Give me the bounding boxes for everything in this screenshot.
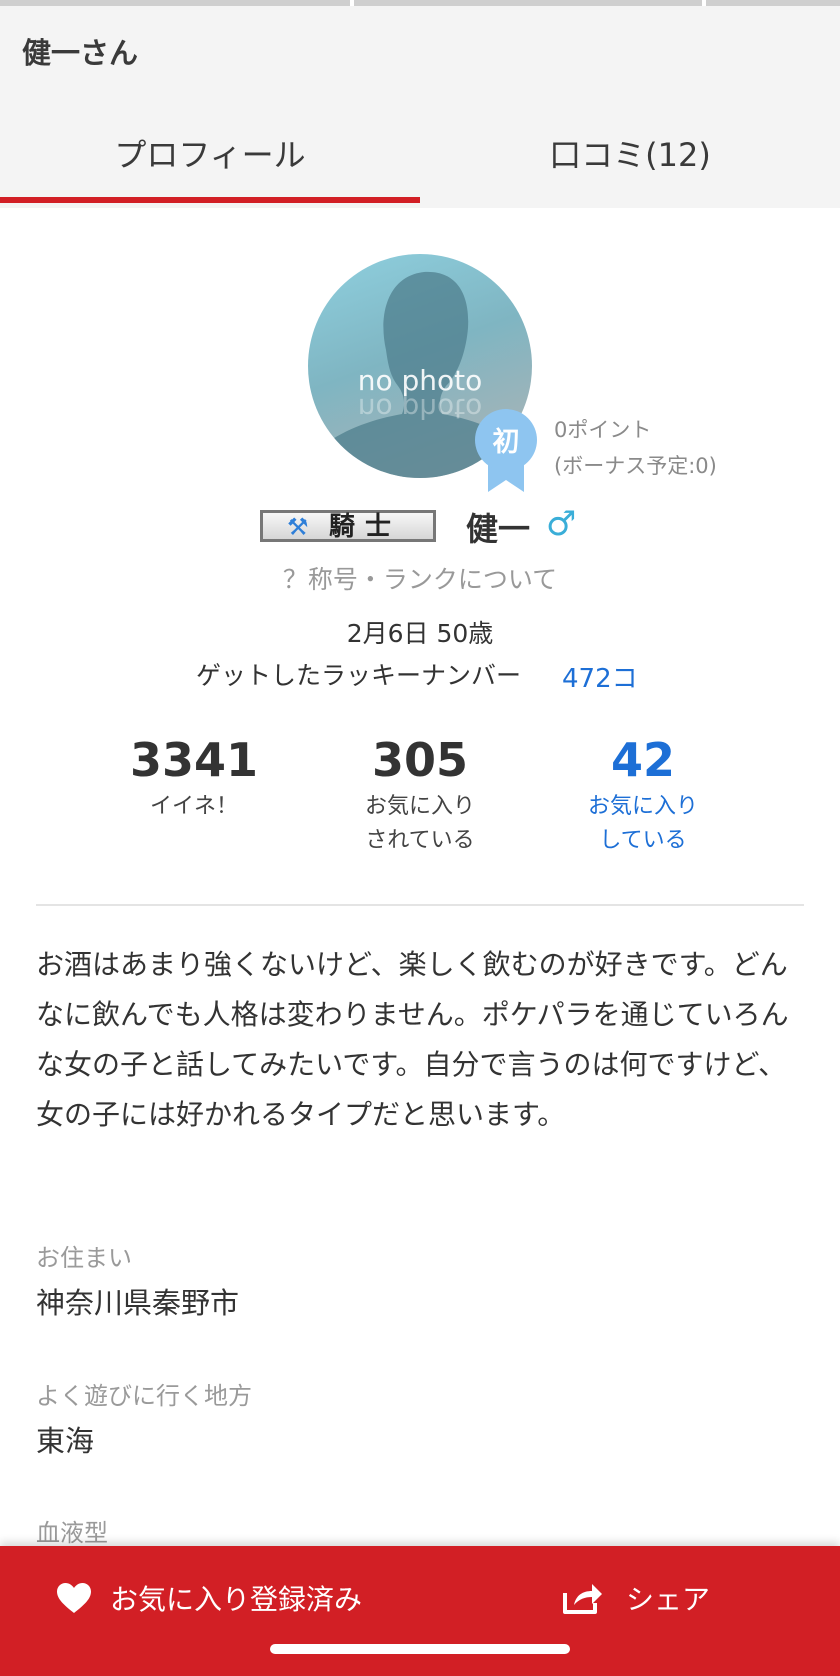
field-label-residence: お住まい — [36, 1244, 132, 1272]
lucky-number-value[interactable]: 472コ — [562, 658, 638, 695]
divider — [36, 904, 804, 906]
birthday-age: 2月6日 50歳 — [346, 619, 494, 648]
bonus-value: (ボーナス予定:0) — [554, 454, 717, 478]
rank-label: 騎士 — [329, 512, 402, 542]
header: 健一さん プロフィール 口コミ(12) — [0, 6, 840, 208]
stat-favoriting[interactable]: 42 お気に入り している — [543, 730, 743, 858]
rank-info-link[interactable]: ？称号・ランクについて — [0, 560, 840, 596]
tab-reviews[interactable]: 口コミ(12) — [420, 130, 840, 176]
rank-badge: ⚒ 騎士 — [260, 510, 436, 542]
stat-label-2: している — [599, 828, 687, 853]
share-button-label: シェア — [626, 1583, 711, 1616]
heart-icon — [57, 1583, 91, 1613]
field-label-area: よく遊びに行く地方 — [36, 1382, 252, 1410]
stat-number: 305 — [371, 733, 469, 787]
field-label-blood-type: 血液型 — [36, 1519, 108, 1547]
stat-number: 3341 — [129, 733, 259, 787]
stat-label-2: されている — [365, 828, 475, 853]
stat-number: 42 — [610, 733, 675, 787]
points-info: 0ポイント (ボーナス予定:0) — [554, 412, 717, 484]
favorite-button-label: お気に入り登録済み — [110, 1583, 363, 1616]
bottom-action-bar: お気に入り登録済み シェア — [0, 1546, 840, 1676]
crossed-axes-icon: ⚒ — [287, 513, 309, 541]
bio-text: お酒はあまり強くないけど、楽しく飲むのが好きです。どんなに飲んでも人格は変わりま… — [36, 948, 789, 1131]
active-tab-indicator — [0, 197, 420, 203]
beginner-badge-label: 初 — [492, 427, 520, 458]
stat-favorited-by: 305 お気に入り されている — [320, 730, 520, 858]
stat-label: お気に入り — [364, 794, 475, 819]
home-indicator — [270, 1644, 570, 1654]
stat-label: イイネ！ — [149, 794, 238, 819]
share-icon — [563, 1584, 602, 1614]
field-value-area: 東海 — [36, 1424, 95, 1458]
favorite-button[interactable]: お気に入り登録済み — [56, 1574, 362, 1622]
stat-label: お気に入り — [587, 794, 698, 819]
user-name: 健一 — [466, 510, 531, 548]
field-value-residence: 神奈川県秦野市 — [36, 1286, 240, 1320]
lucky-number-label: ゲットしたラッキーナンバー — [196, 661, 522, 690]
page-title: 健一さん — [22, 36, 139, 70]
points-value: 0ポイント — [554, 418, 652, 442]
tab-profile[interactable]: プロフィール — [0, 130, 420, 176]
share-button[interactable]: シェア — [562, 1574, 710, 1622]
male-icon: ♂ — [546, 504, 577, 544]
stat-likes: 3341 イイネ！ — [94, 730, 294, 824]
